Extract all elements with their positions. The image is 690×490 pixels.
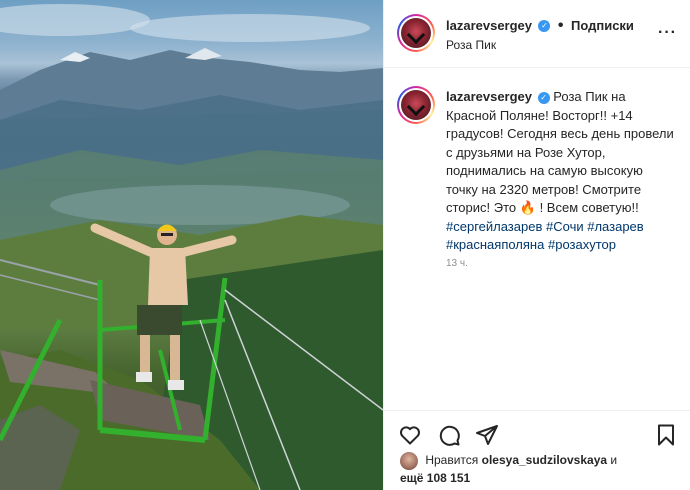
likes-summary: Нравится olesya_sudzilovskaya и ещё 108 …: [400, 452, 690, 487]
author-avatar[interactable]: [397, 14, 435, 52]
post-photo-scene: [0, 4, 383, 490]
caption-body: Роза Пик на Красной Поляне! Восторг!! +1…: [446, 89, 674, 215]
more-options-icon[interactable]: ···: [658, 24, 677, 42]
hashtag-link[interactable]: #сергейлазарев: [446, 219, 542, 234]
hashtag-link[interactable]: #Сочи: [546, 219, 584, 234]
following-button[interactable]: Подписки: [571, 18, 634, 33]
caption-tail: ! Всем советую!!: [539, 200, 639, 215]
caption-username[interactable]: lazarevsergey: [446, 89, 532, 104]
hashtag-link[interactable]: #краснаяполяна: [446, 237, 544, 252]
comment-icon[interactable]: [437, 423, 461, 447]
avatar-image: [401, 90, 431, 120]
liker-username[interactable]: olesya_sudzilovskaya: [482, 453, 607, 467]
post-time[interactable]: 13 ч.: [446, 258, 468, 269]
likes-count[interactable]: ещё 108 151: [400, 471, 470, 485]
caption-text: lazarevsergey ✓ Роза Пик на Красной Поля…: [446, 88, 676, 255]
fire-emoji-icon: 🔥: [519, 200, 536, 215]
separator-dot: •: [557, 17, 564, 34]
likes-and: и: [610, 453, 618, 468]
likes-prefix: Нравится: [425, 453, 479, 468]
action-bar: [384, 410, 690, 450]
post-location[interactable]: Роза Пик: [446, 38, 496, 52]
verified-badge-icon: ✓: [537, 91, 550, 104]
post-side-panel: lazarevsergey ✓ • Подписки Роза Пик ··· …: [383, 0, 690, 490]
avatar-image: [401, 18, 431, 48]
verified-badge-icon: ✓: [538, 19, 551, 32]
post-header: lazarevsergey ✓ • Подписки Роза Пик ···: [384, 0, 690, 68]
send-icon[interactable]: [475, 423, 499, 447]
header-title-row: lazarevsergey ✓ • Подписки: [446, 17, 634, 35]
liker-avatar[interactable]: [400, 452, 418, 470]
hashtag-link[interactable]: #розахутор: [548, 237, 616, 252]
post-photo[interactable]: [0, 0, 383, 490]
hashtag-link[interactable]: #лазарев: [587, 219, 643, 234]
author-username[interactable]: lazarevsergey: [446, 18, 532, 33]
bookmark-icon[interactable]: [654, 423, 678, 447]
caption-author-avatar[interactable]: [397, 86, 435, 124]
heart-icon[interactable]: [398, 423, 422, 447]
